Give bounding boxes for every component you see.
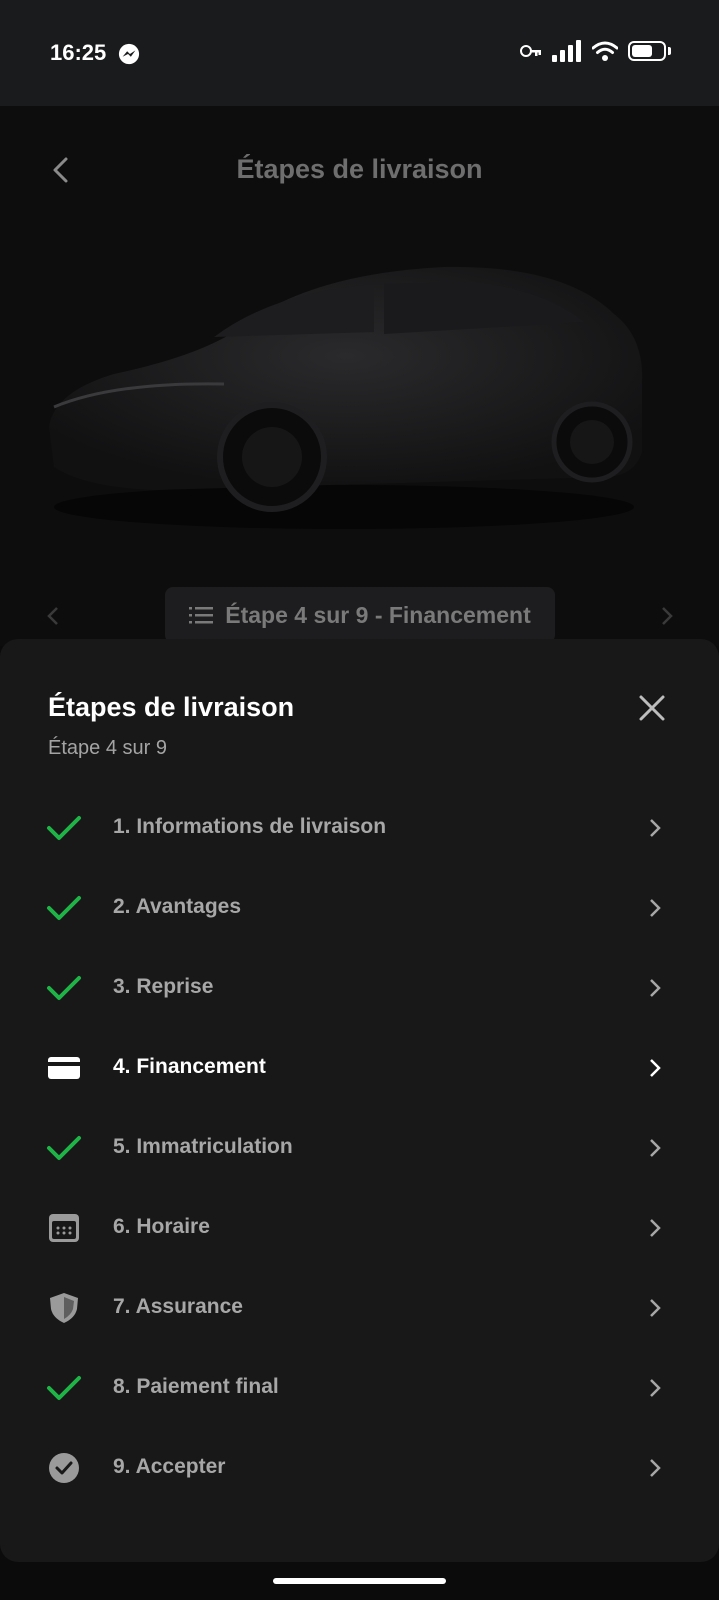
- step-pill-label: Étape 4 sur 9 - Financement: [225, 601, 531, 628]
- key-icon: [520, 45, 541, 57]
- step-label: 8. Paiement final: [113, 1375, 279, 1398]
- card-icon: [48, 1057, 80, 1079]
- battery-icon: [628, 41, 666, 61]
- step-label: 5. Immatriculation: [113, 1135, 293, 1158]
- car-image: [49, 266, 643, 529]
- shield-icon: [50, 1293, 78, 1323]
- step-row-2[interactable]: 2. Avantages: [0, 868, 719, 948]
- status-icons: [520, 40, 671, 62]
- chevron-right-icon: [650, 1299, 661, 1317]
- step-label: 7. Assurance: [113, 1295, 243, 1318]
- step-row-6[interactable]: 6. Horaire: [0, 1188, 719, 1268]
- chevron-right-icon: [650, 1139, 661, 1157]
- wifi-icon: [592, 41, 618, 61]
- step-row-4[interactable]: 4. Financement: [0, 1028, 719, 1108]
- chevron-right-icon: [650, 1059, 661, 1077]
- circle-check-icon: [49, 1453, 79, 1483]
- step-label: 6. Horaire: [113, 1215, 210, 1238]
- messenger-icon: [118, 43, 140, 65]
- previous-step-icon[interactable]: [44, 605, 64, 627]
- battery-tip: [668, 47, 671, 55]
- step-row-5[interactable]: 5. Immatriculation: [0, 1108, 719, 1188]
- delivery-steps-sheet: Étapes de livraison Étape 4 sur 9 1. Inf…: [0, 639, 719, 1562]
- chevron-right-icon: [650, 899, 661, 917]
- status-time: 16:25: [50, 40, 107, 65]
- step-label: 4. Financement: [113, 1055, 266, 1078]
- step-row-7[interactable]: 7. Assurance: [0, 1268, 719, 1348]
- check-icon: [47, 1376, 81, 1400]
- step-label: 3. Reprise: [113, 975, 214, 998]
- check-icon: [47, 976, 81, 1000]
- check-icon: [47, 896, 81, 920]
- signal-icon: [552, 40, 581, 62]
- step-row-8[interactable]: 8. Paiement final: [0, 1348, 719, 1428]
- step-row-1[interactable]: 1. Informations de livraison: [0, 788, 719, 868]
- sheet-subtitle: Étape 4 sur 9: [48, 737, 167, 759]
- list-icon: [189, 607, 214, 624]
- calendar-icon: [49, 1214, 79, 1242]
- chevron-right-icon: [650, 1379, 661, 1397]
- step-pill[interactable]: Étape 4 sur 9 - Financement: [165, 587, 555, 643]
- step-label: 1. Informations de livraison: [113, 815, 387, 838]
- page-title: Étapes de livraison: [236, 154, 483, 184]
- step-label: 9. Accepter: [113, 1455, 226, 1478]
- chevron-right-icon: [650, 1219, 661, 1237]
- sheet-title: Étapes de livraison: [48, 692, 295, 722]
- check-icon: [47, 1136, 81, 1160]
- status-bar: 16:25: [0, 0, 719, 106]
- chevron-right-icon: [650, 979, 661, 997]
- chevron-right-icon: [650, 819, 661, 837]
- step-row-9[interactable]: 9. Accepter: [0, 1428, 719, 1508]
- next-step-icon[interactable]: [656, 605, 676, 627]
- step-label: 2. Avantages: [113, 895, 241, 918]
- chevron-right-icon: [650, 1459, 661, 1477]
- check-icon: [47, 816, 81, 840]
- step-row-3[interactable]: 3. Reprise: [0, 948, 719, 1028]
- close-button[interactable]: [636, 692, 668, 724]
- home-indicator[interactable]: [273, 1578, 446, 1584]
